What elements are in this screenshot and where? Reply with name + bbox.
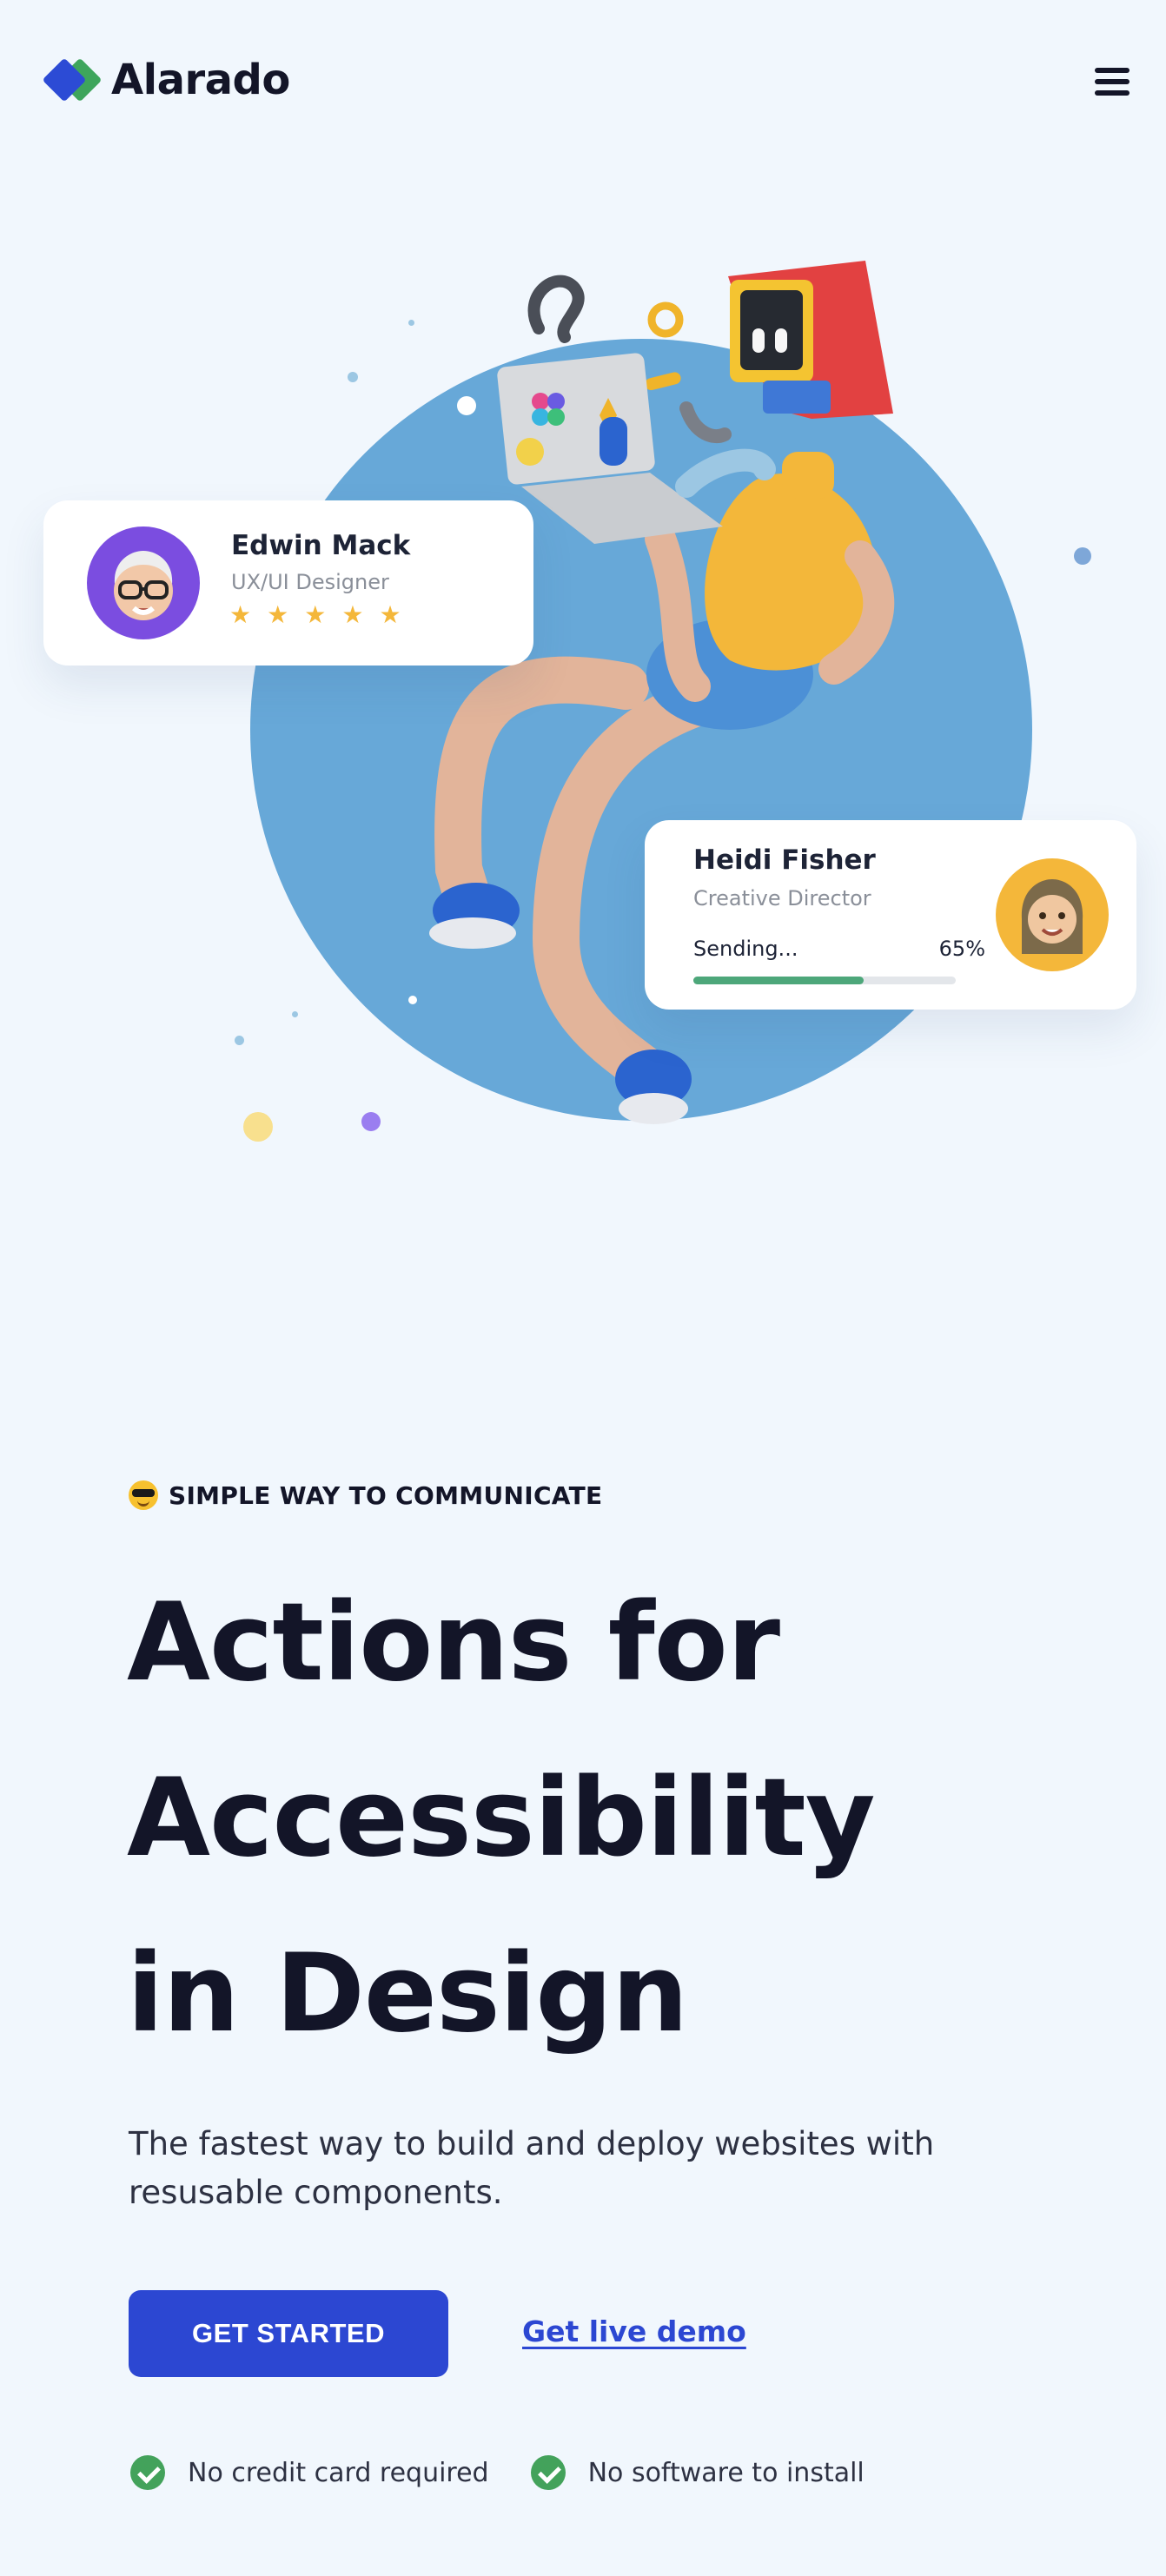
star-icon: ★ <box>229 600 252 629</box>
get-started-button[interactable]: GET STARTED <box>129 2290 448 2377</box>
star-icon: ★ <box>379 600 401 629</box>
feature-text: No credit card required <box>188 2457 489 2488</box>
profile-name: Heidi Fisher <box>693 844 876 876</box>
progress-bar <box>693 977 956 984</box>
progress-bar-fill <box>693 977 865 984</box>
headline-line: Accessibility <box>127 1756 876 1881</box>
feature-list: No credit card required No software to i… <box>130 2455 865 2490</box>
check-circle-icon <box>530 2455 566 2490</box>
star-icon: ★ <box>267 600 289 629</box>
eyebrow-text: SIMPLE WAY TO COMMUNICATE <box>169 1480 603 1510</box>
memoji-avatar-icon <box>996 858 1109 971</box>
profile-name: Edwin Mack <box>231 530 411 561</box>
star-icon: ★ <box>341 600 364 629</box>
check-circle-icon <box>130 2455 165 2490</box>
eyebrow: SIMPLE WAY TO COMMUNICATE <box>129 1480 602 1510</box>
feature-item: No credit card required <box>130 2455 489 2490</box>
sending-status-label: Sending... <box>693 937 798 961</box>
rating-stars: ★ ★ ★ ★ ★ <box>229 603 401 627</box>
sunglasses-emoji-icon <box>129 1480 158 1510</box>
page: Alarado Edwin Mack UX/UI Designer ★ ★ ★ … <box>0 0 1166 2576</box>
profile-role: UX/UI Designer <box>231 570 389 594</box>
headline-line: in Design <box>127 1931 688 2056</box>
headline-line: Actions for <box>127 1580 780 1705</box>
memoji-avatar-icon <box>87 526 200 639</box>
hero-subtext: The fastest way to build and deploy webs… <box>129 2125 935 2211</box>
feature-item: No software to install <box>530 2455 865 2490</box>
page-title: Actions for Accessibility in Design <box>127 1555 1083 2082</box>
progress-percent: 65% <box>938 937 985 961</box>
star-icon: ★ <box>304 600 327 629</box>
profile-card-edwin: Edwin Mack UX/UI Designer ★ ★ ★ ★ ★ <box>43 500 533 666</box>
profile-role: Creative Director <box>693 886 871 911</box>
profile-card-heidi: Heidi Fisher Creative Director Sending..… <box>645 820 1136 1010</box>
live-demo-link[interactable]: Get live demo <box>522 2314 746 2348</box>
feature-text: No software to install <box>587 2457 865 2488</box>
